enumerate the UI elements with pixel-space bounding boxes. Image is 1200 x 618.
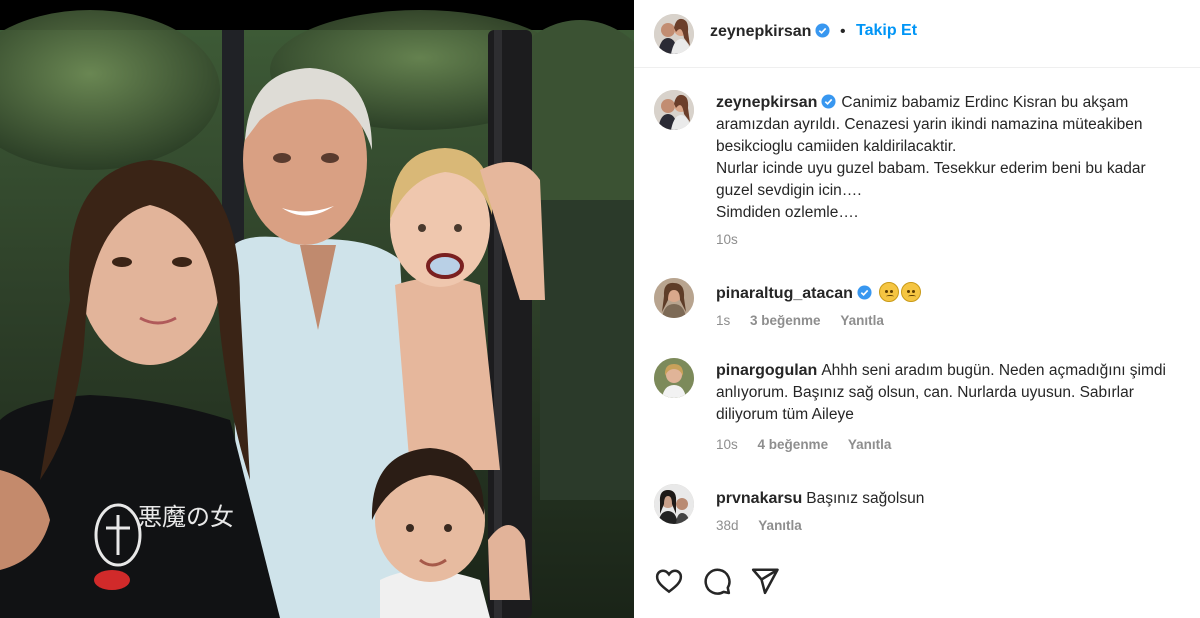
follow-button[interactable]: Takip Et [856, 22, 917, 40]
comment-text-block: pinaraltug_atacan [716, 282, 1186, 305]
comment-meta: 1s 3 beğenme Yanıtla [716, 313, 900, 328]
avatar[interactable] [654, 14, 694, 54]
avatar[interactable] [654, 90, 694, 130]
comment-reply-button[interactable]: Yanıtla [848, 437, 892, 452]
caption-body: Canimiz babamiz Erdinc Kisran bu akşam a… [716, 94, 1146, 221]
post-header: zeynepkirsan • Takip Et [634, 0, 1200, 68]
comment-likes[interactable]: 3 beğenme [750, 313, 821, 328]
comment-reply-button[interactable]: Yanıtla [840, 313, 884, 328]
comment-bubble-icon[interactable] [702, 566, 732, 596]
verified-badge-icon [857, 285, 872, 300]
post-photo-image: 悪魔の女 [0, 0, 634, 618]
post-author-username[interactable]: zeynepkirsan [710, 23, 830, 41]
caption-meta: 10s [716, 232, 754, 247]
post-photo[interactable]: 悪魔の女 [0, 0, 634, 618]
caption-time[interactable]: 10s [716, 232, 738, 247]
comment-time[interactable]: 10s [716, 437, 738, 452]
comment-likes[interactable]: 4 beğenme [758, 437, 829, 452]
paper-plane-icon[interactable] [750, 566, 780, 596]
comment-time[interactable]: 38d [716, 518, 739, 533]
header-separator: • [840, 23, 846, 40]
sad-face-emoji-icon [900, 282, 921, 302]
comment-item: pinaraltug_atacan 1s 3 beğenme Yanıtla [654, 278, 1184, 338]
post-caption: zeynepkirsan Canimiz babamiz Erdinc Kisra… [654, 90, 1184, 250]
shirt-print-text: 悪魔の女 [138, 503, 234, 531]
verified-badge-icon [815, 23, 830, 38]
comment-username[interactable]: pinargogulan [716, 362, 817, 379]
comment-item: prvnakarsu Başınız sağolsun 38d Yanıtla [654, 484, 1184, 544]
comment-username[interactable]: prvnakarsu [716, 490, 802, 507]
comment-item: pinargogulan Ahhh seni aradım bugün. Nede… [654, 358, 1184, 458]
avatar[interactable] [654, 278, 694, 318]
post-side-panel: zeynepkirsan • Takip Et zeynepkirsan Cani… [634, 0, 1200, 618]
comment-time[interactable]: 1s [716, 313, 730, 328]
comment-body: Başınız sağolsun [806, 490, 925, 507]
heart-icon[interactable] [654, 566, 684, 596]
comment-text-block: prvnakarsu Başınız sağolsun [716, 488, 1186, 510]
sad-face-emoji-icon [878, 282, 899, 302]
verified-badge-icon [821, 94, 836, 109]
comment-username[interactable]: pinaraltug_atacan [716, 285, 853, 302]
comment-text-block: pinargogulan Ahhh seni aradım bugün. Nede… [716, 360, 1186, 426]
caption-username[interactable]: zeynepkirsan [716, 94, 817, 111]
comment-reply-button[interactable]: Yanıtla [758, 518, 802, 533]
caption-text-block: zeynepkirsan Canimiz babamiz Erdinc Kisra… [716, 92, 1186, 224]
avatar[interactable] [654, 358, 694, 398]
avatar[interactable] [654, 484, 694, 524]
post-action-bar [654, 566, 854, 598]
comment-meta: 38d Yanıtla [716, 518, 818, 533]
comment-meta: 10s 4 beğenme Yanıtla [716, 437, 907, 452]
